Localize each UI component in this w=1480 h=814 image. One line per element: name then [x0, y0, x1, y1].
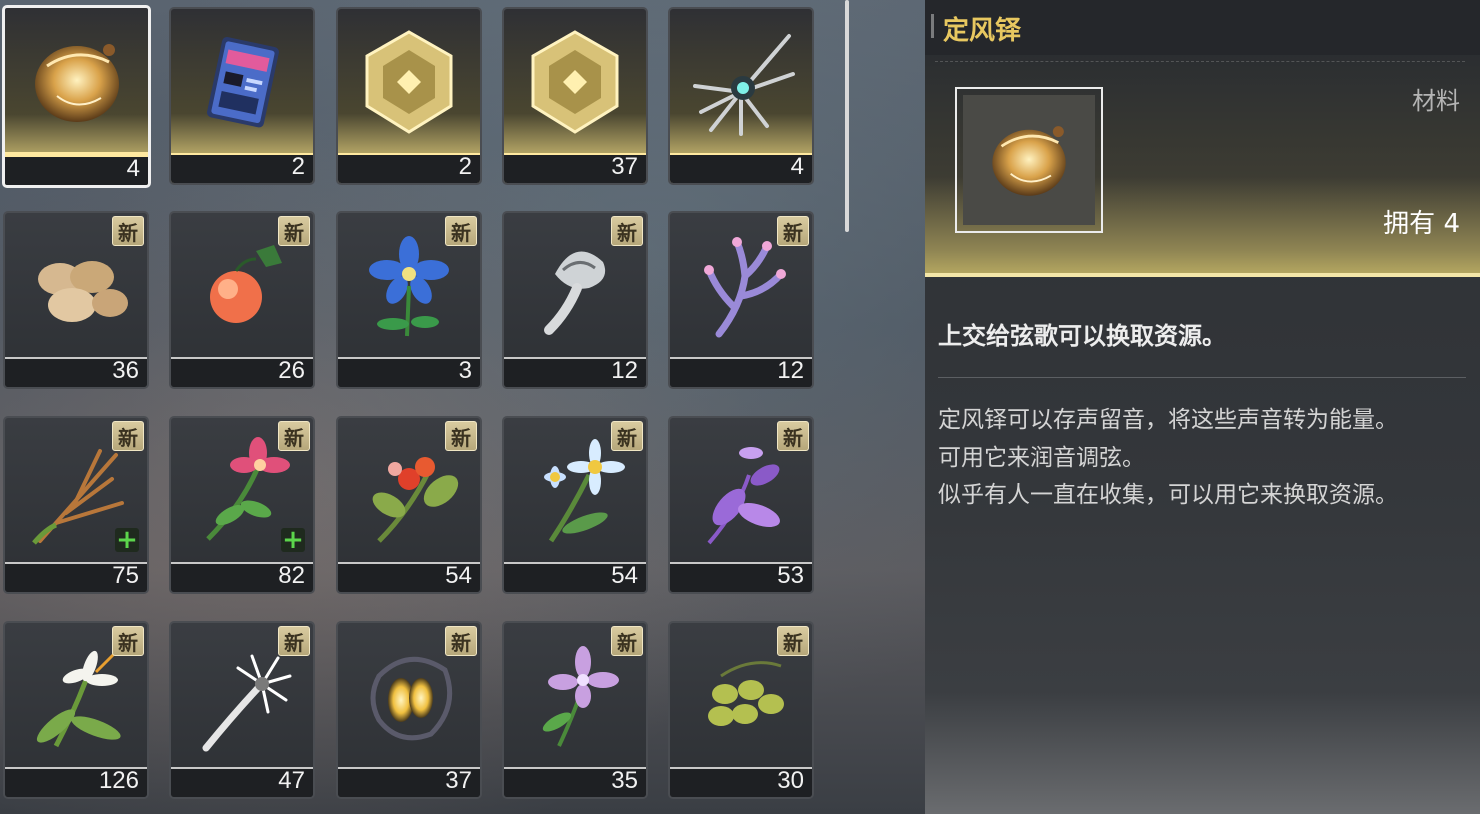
item-count: 12	[777, 357, 804, 384]
item-count: 54	[445, 562, 472, 589]
item-count: 37	[445, 767, 472, 794]
new-badge: 新	[445, 216, 477, 246]
new-badge: 新	[278, 421, 310, 451]
item-slot[interactable]: 新 37	[336, 621, 482, 799]
new-badge: 新	[445, 421, 477, 451]
item-slot[interactable]: 新 54	[336, 416, 482, 594]
item-count: 26	[278, 357, 305, 384]
owned-label: 拥有	[1383, 209, 1436, 239]
item-summary: 上交给弦歌可以换取资源。	[938, 322, 1226, 350]
craftable-plus-icon: +	[281, 525, 305, 555]
item-category: 材料	[1412, 87, 1460, 115]
item-slot[interactable]: 4	[668, 7, 814, 185]
new-badge: 新	[777, 626, 809, 656]
new-badge: 新	[611, 421, 643, 451]
item-count: 30	[777, 767, 804, 794]
item-slot[interactable]: 新 54	[502, 416, 648, 594]
preview-rarity-line	[925, 273, 1480, 277]
item-count: 12	[611, 357, 638, 384]
item-preview: 材料 拥有 4	[925, 55, 1480, 277]
inventory-grid: 4 2 2 37 4 新 36 新 26 新 3 新 12 新 12 新 + 7…	[0, 0, 840, 814]
item-count: 75	[112, 562, 139, 589]
item-slot[interactable]: 新 3	[336, 211, 482, 389]
detail-divider	[938, 377, 1466, 378]
item-count: 47	[278, 767, 305, 794]
preview-frame	[955, 87, 1103, 233]
item-count: 2	[458, 153, 472, 180]
owned-value: 4	[1443, 209, 1460, 239]
item-slot[interactable]: 新 26	[169, 211, 315, 389]
owned-count: 拥有 4	[1383, 203, 1460, 240]
new-badge: 新	[112, 216, 144, 246]
item-count: 35	[611, 767, 638, 794]
item-count: 53	[777, 562, 804, 589]
item-count: 4	[790, 153, 804, 180]
item-count: 126	[98, 767, 139, 794]
feather-orb-icon	[670, 9, 812, 154]
new-badge: 新	[278, 216, 310, 246]
item-slot[interactable]: 新 12	[502, 211, 648, 389]
item-count: 82	[278, 562, 305, 589]
inventory-scrollbar[interactable]	[845, 0, 849, 232]
item-slot[interactable]: 新 53	[668, 416, 814, 594]
preview-decoration	[935, 61, 1465, 73]
gold-crystal-icon	[504, 9, 646, 154]
item-count: 54	[611, 562, 638, 589]
new-badge: 新	[777, 421, 809, 451]
data-card-icon	[171, 9, 313, 154]
item-slot[interactable]: 4	[2, 5, 151, 188]
item-count: 2	[291, 153, 305, 180]
new-badge: 新	[445, 626, 477, 656]
item-title: 定风铎	[943, 16, 1022, 46]
new-badge: 新	[278, 626, 310, 656]
item-slot[interactable]: 37	[502, 7, 648, 185]
item-count: 4	[126, 155, 140, 182]
description-line: 定风铎可以存声留音，将这些声音转为能量。	[938, 407, 1398, 433]
item-slot[interactable]: 新 47	[169, 621, 315, 799]
new-badge: 新	[777, 216, 809, 246]
item-slot[interactable]: 新 35	[502, 621, 648, 799]
new-badge: 新	[112, 421, 144, 451]
wind-bell-icon	[963, 95, 1095, 225]
item-description: 定风铎可以存声留音，将这些声音转为能量。 可用它来润音调弦。 似乎有人一直在收集…	[938, 402, 1468, 515]
item-count: 3	[458, 357, 472, 384]
item-slot[interactable]: 新 12	[668, 211, 814, 389]
new-badge: 新	[611, 216, 643, 246]
description-line: 可用它来润音调弦。	[938, 444, 1145, 471]
new-badge: 新	[611, 626, 643, 656]
item-slot[interactable]: 2	[336, 7, 482, 185]
item-slot[interactable]: 新 + 82	[169, 416, 315, 594]
item-slot[interactable]: 新 36	[3, 211, 149, 389]
item-slot[interactable]: 2	[169, 7, 315, 185]
item-slot[interactable]: 新 126	[3, 621, 149, 799]
wind-bell-icon	[5, 8, 148, 153]
item-slot[interactable]: 新 30	[668, 621, 814, 799]
gold-crystal-icon	[338, 9, 480, 154]
item-count: 37	[611, 153, 638, 180]
new-badge: 新	[112, 626, 144, 656]
detail-header: 定风铎	[925, 0, 1480, 55]
item-count: 36	[112, 357, 139, 384]
item-slot[interactable]: 新 + 75	[3, 416, 149, 594]
description-line: 似乎有人一直在收集，可以用它来换取资源。	[938, 482, 1398, 508]
craftable-plus-icon: +	[115, 525, 139, 555]
header-marker	[931, 14, 934, 38]
